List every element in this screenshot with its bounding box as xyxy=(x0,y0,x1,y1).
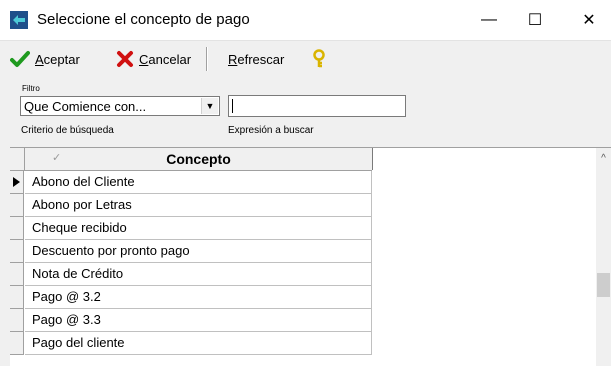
current-row-arrow-icon xyxy=(13,177,20,187)
cancel-button[interactable]: Cancelar xyxy=(116,47,191,71)
filter-legend: Filtro xyxy=(22,84,40,93)
row-indicator[interactable] xyxy=(10,309,24,332)
table-cell[interactable]: Cheque recibido xyxy=(25,217,372,240)
table-cell[interactable]: Abono por Letras xyxy=(25,194,372,217)
cancel-label: Cancelar xyxy=(139,51,192,67)
vertical-scrollbar[interactable]: ^ xyxy=(596,148,611,366)
table-row[interactable]: Abono por Letras xyxy=(10,194,372,217)
window-title: Seleccione el concepto de pago xyxy=(37,11,250,28)
table-cell[interactable]: Descuento por pronto pago xyxy=(25,240,372,263)
grid-header: ✓ Concepto xyxy=(10,148,373,171)
row-indicator[interactable] xyxy=(10,171,24,194)
table-cell[interactable]: Pago del cliente xyxy=(25,332,372,355)
key-icon xyxy=(313,49,325,68)
accept-label: Aceptar xyxy=(35,51,80,67)
close-button[interactable]: ✕ xyxy=(566,0,611,40)
toolbar: Aceptar Cancelar Refrescar xyxy=(0,40,611,78)
row-indicator[interactable] xyxy=(10,194,24,217)
table-row[interactable]: Abono del Cliente xyxy=(10,171,372,194)
minimize-button[interactable]: — xyxy=(466,0,512,40)
app-icon xyxy=(10,11,28,29)
x-mark-icon xyxy=(117,51,133,67)
table-row[interactable]: Descuento por pronto pago xyxy=(10,240,372,263)
accept-button[interactable]: Aceptar xyxy=(10,47,80,71)
header-indicator-cell xyxy=(10,148,25,170)
row-indicator[interactable] xyxy=(10,286,24,309)
table-cell[interactable]: Nota de Crédito xyxy=(25,263,372,286)
table-cell[interactable]: Abono del Cliente xyxy=(25,171,372,194)
row-indicator[interactable] xyxy=(10,332,24,355)
row-indicator[interactable] xyxy=(10,263,24,286)
row-indicator[interactable] xyxy=(10,217,24,240)
table-row[interactable]: Nota de Crédito xyxy=(10,263,372,286)
table-row[interactable]: Cheque recibido xyxy=(10,217,372,240)
table-row[interactable]: Pago @ 3.2 xyxy=(10,286,372,309)
scroll-up-arrow-icon[interactable]: ^ xyxy=(596,151,611,165)
refresh-button[interactable]: Refrescar xyxy=(228,47,284,71)
criteria-select[interactable]: Que Comience con... ▼ xyxy=(20,96,220,116)
toolbar-separator xyxy=(206,47,208,71)
table-row[interactable]: Pago @ 3.3 xyxy=(10,309,372,332)
chevron-down-icon[interactable]: ▼ xyxy=(201,98,218,114)
table-cell[interactable]: Pago @ 3.2 xyxy=(25,286,372,309)
concept-grid: ✓ Concepto Abono del Cliente Abono por L… xyxy=(10,147,611,366)
maximize-button[interactable]: ☐ xyxy=(512,0,558,40)
column-header-concepto[interactable]: ✓ Concepto xyxy=(25,148,373,170)
criteria-label: Criterio de búsqueda xyxy=(21,125,114,136)
scrollbar-thumb[interactable] xyxy=(597,273,610,297)
row-indicator[interactable] xyxy=(10,240,24,263)
table-cell[interactable]: Pago @ 3.3 xyxy=(25,309,372,332)
column-header-label: Concepto xyxy=(166,151,231,167)
help-button[interactable] xyxy=(312,47,326,71)
checkmark-icon xyxy=(10,51,30,67)
filter-panel: Filtro Que Comience con... ▼ Criterio de… xyxy=(0,77,611,147)
expression-label: Expresión a buscar xyxy=(228,125,314,136)
expression-input[interactable] xyxy=(228,95,406,117)
title-bar: Seleccione el concepto de pago — ☐ ✕ xyxy=(0,0,611,40)
text-caret xyxy=(232,99,233,113)
refresh-label: Refrescar xyxy=(228,51,285,67)
table-row[interactable]: Pago del cliente xyxy=(10,332,372,355)
criteria-select-value: Que Comience con... xyxy=(24,99,147,114)
